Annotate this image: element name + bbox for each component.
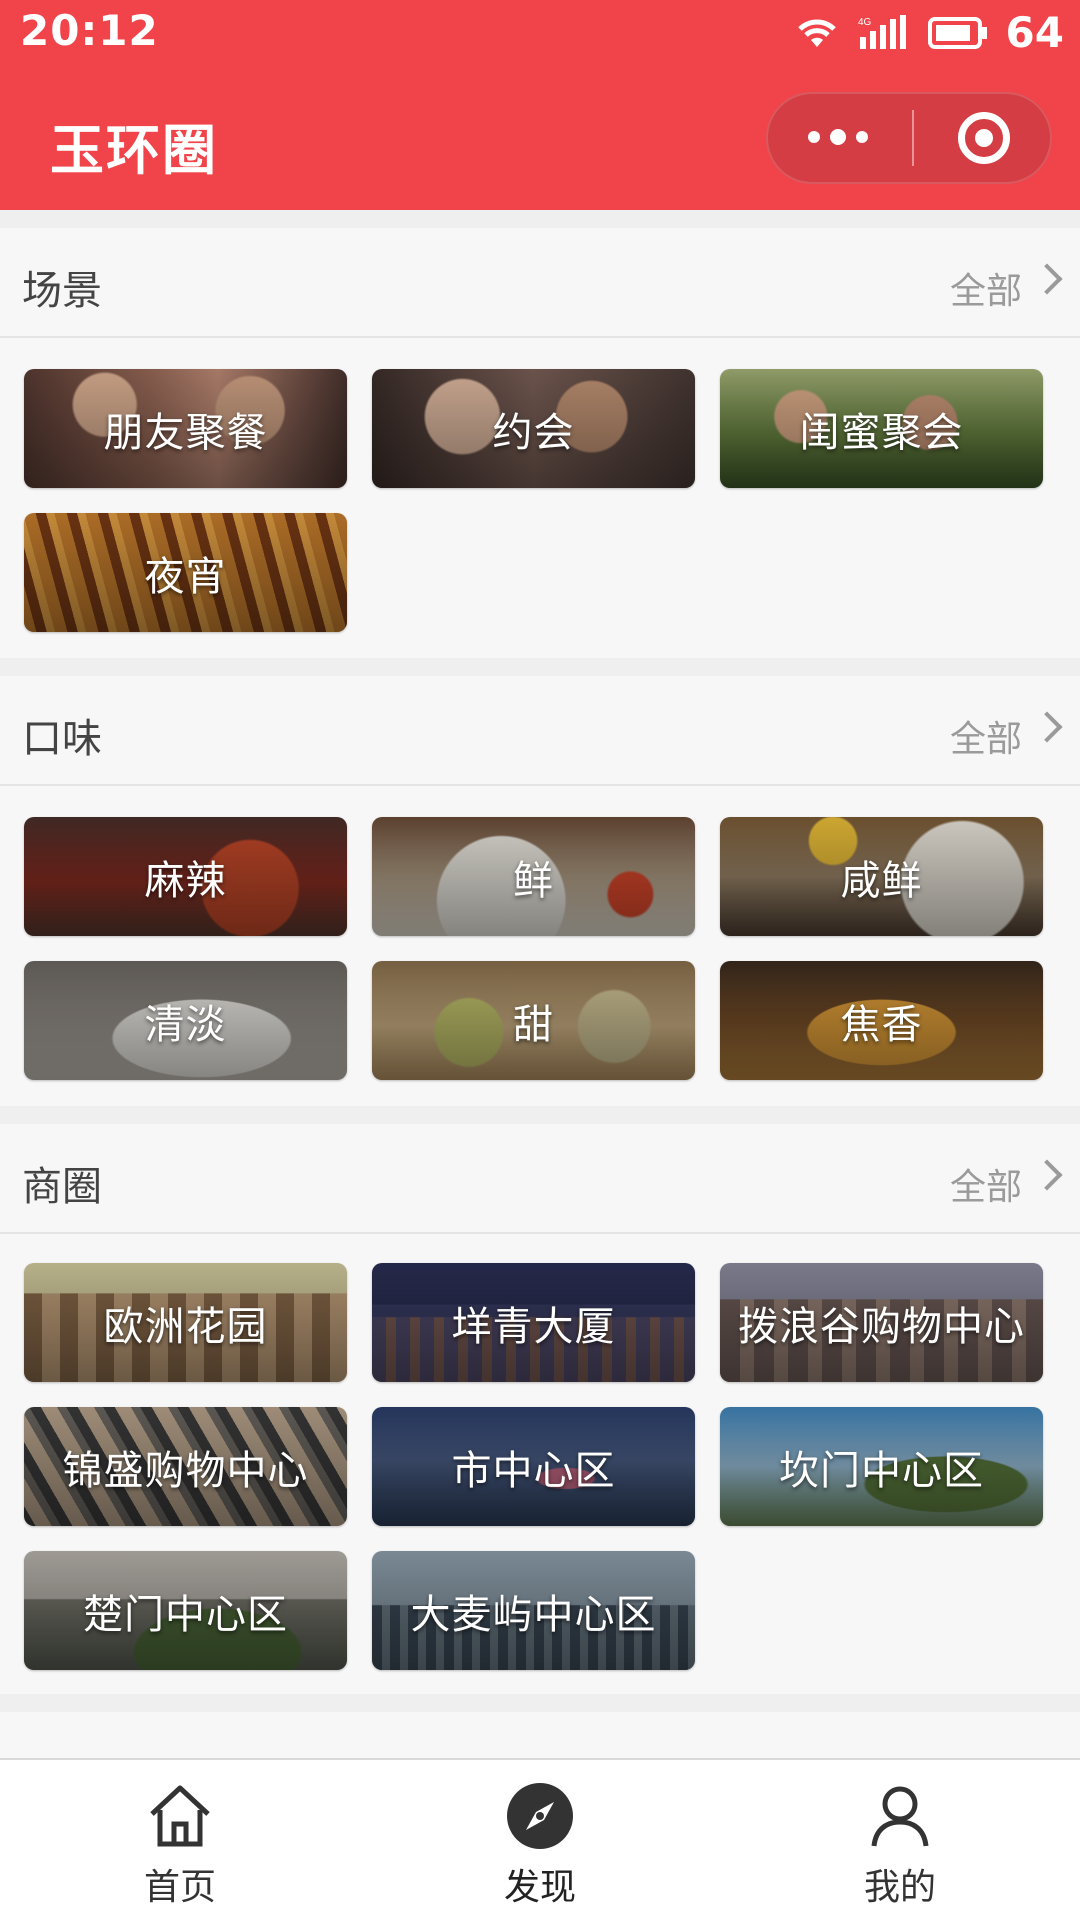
- tile-label: 夜宵: [144, 553, 227, 600]
- tile-fresh[interactable]: 鲜: [372, 817, 695, 936]
- tile-yangqing-building[interactable]: 垟青大厦: [372, 1263, 695, 1382]
- section-title: 口味: [22, 716, 102, 762]
- tile-label: 坎门中心区: [779, 1447, 984, 1494]
- tile-bolanggu-mall[interactable]: 拨浪谷购物中心: [720, 1263, 1043, 1382]
- tile-light[interactable]: 清淡: [24, 961, 347, 1080]
- wifi-icon: [797, 18, 836, 47]
- tile-label: 锦盛购物中心: [62, 1447, 309, 1494]
- tile-chumen-center[interactable]: 楚门中心区: [24, 1551, 347, 1670]
- network-type: 4G: [858, 17, 872, 28]
- nav-discover[interactable]: 发现: [360, 1760, 720, 1920]
- compass-icon: [507, 1783, 573, 1849]
- section-title: 商圈: [22, 1164, 102, 1210]
- chevron-right-icon[interactable]: [1031, 1159, 1063, 1191]
- tile-label: 拨浪谷购物中心: [738, 1303, 1025, 1350]
- tile-damaiyu-center[interactable]: 大麦屿中心区: [372, 1551, 695, 1670]
- mini-program-capsule: [766, 92, 1052, 184]
- section-all-link[interactable]: 全部: [950, 1158, 1022, 1210]
- tile-label: 鲜: [513, 857, 554, 904]
- tile-label: 清淡: [144, 1001, 227, 1048]
- tile-spicy[interactable]: 麻辣: [24, 817, 347, 936]
- battery-percent: 64: [1005, 8, 1064, 57]
- tile-date[interactable]: 约会: [372, 369, 695, 488]
- tile-label: 大麦屿中心区: [410, 1591, 657, 1638]
- tile-label: 焦香: [840, 1001, 923, 1048]
- tile-late-night[interactable]: 夜宵: [24, 513, 347, 632]
- section-taste: 口味 全部 麻辣 鲜 咸鲜 清淡 甜 焦香: [0, 676, 1080, 1106]
- home-icon: [150, 1785, 210, 1847]
- app-title: 玉环圈: [50, 119, 218, 182]
- tile-crispy[interactable]: 焦香: [720, 961, 1043, 1080]
- tile-label: 欧洲花园: [103, 1303, 268, 1350]
- tile-city-center[interactable]: 市中心区: [372, 1407, 695, 1526]
- tile-label: 市中心区: [451, 1447, 616, 1494]
- tile-label: 麻辣: [144, 857, 227, 904]
- nav-profile[interactable]: 我的: [720, 1760, 1080, 1920]
- status-icons: 4G 64: [794, 8, 1064, 57]
- section-business-district: 商圈 全部 欧洲花园 垟青大厦 拨浪谷购物中心 锦盛购物中心 市中心区 坎门中心…: [0, 1124, 1080, 1694]
- top-header: 20:12 4G 64 玉环圈: [0, 0, 1080, 210]
- section-all-link[interactable]: 全部: [950, 710, 1022, 762]
- tile-besties[interactable]: 闺蜜聚会: [720, 369, 1043, 488]
- tile-europe-garden[interactable]: 欧洲花园: [24, 1263, 347, 1382]
- tile-label: 闺蜜聚会: [799, 409, 964, 456]
- chevron-right-icon[interactable]: [1031, 263, 1063, 295]
- tile-friends-dinner[interactable]: 朋友聚餐: [24, 369, 347, 488]
- nav-label: 首页: [143, 1867, 216, 1908]
- tile-kanmen-center[interactable]: 坎门中心区: [720, 1407, 1043, 1526]
- tile-label: 约会: [492, 409, 575, 456]
- tile-salty[interactable]: 咸鲜: [720, 817, 1043, 936]
- signal-icon: 4G: [858, 14, 906, 49]
- section-header: 场景 全部: [0, 228, 1080, 338]
- nav-label: 我的: [863, 1867, 936, 1908]
- tile-label: 楚门中心区: [83, 1591, 288, 1638]
- tile-label: 朋友聚餐: [103, 409, 268, 456]
- section-scene: 场景 全部 朋友聚餐 约会 闺蜜聚会 夜宵: [0, 228, 1080, 658]
- section-all-link[interactable]: 全部: [950, 262, 1022, 314]
- section-header: 商圈 全部: [0, 1124, 1080, 1234]
- section-header: 口味 全部: [0, 676, 1080, 786]
- tile-jinsheng-mall[interactable]: 锦盛购物中心: [24, 1407, 347, 1526]
- nav-home[interactable]: 首页: [0, 1760, 360, 1920]
- chevron-right-icon[interactable]: [1031, 711, 1063, 743]
- more-icon[interactable]: [808, 129, 868, 145]
- close-target-icon[interactable]: [958, 112, 1010, 164]
- tile-sweet[interactable]: 甜: [372, 961, 695, 1080]
- tile-label: 甜: [513, 1001, 554, 1048]
- capsule-divider: [912, 110, 914, 166]
- bottom-nav: 首页 发现 我的: [0, 1758, 1080, 1920]
- status-time: 20:12: [20, 6, 159, 55]
- user-icon: [871, 1786, 929, 1847]
- tile-label: 咸鲜: [840, 857, 923, 904]
- battery-icon: [927, 16, 987, 49]
- tile-label: 垟青大厦: [451, 1303, 616, 1350]
- nav-label: 发现: [503, 1867, 576, 1908]
- section-title: 场景: [22, 268, 102, 314]
